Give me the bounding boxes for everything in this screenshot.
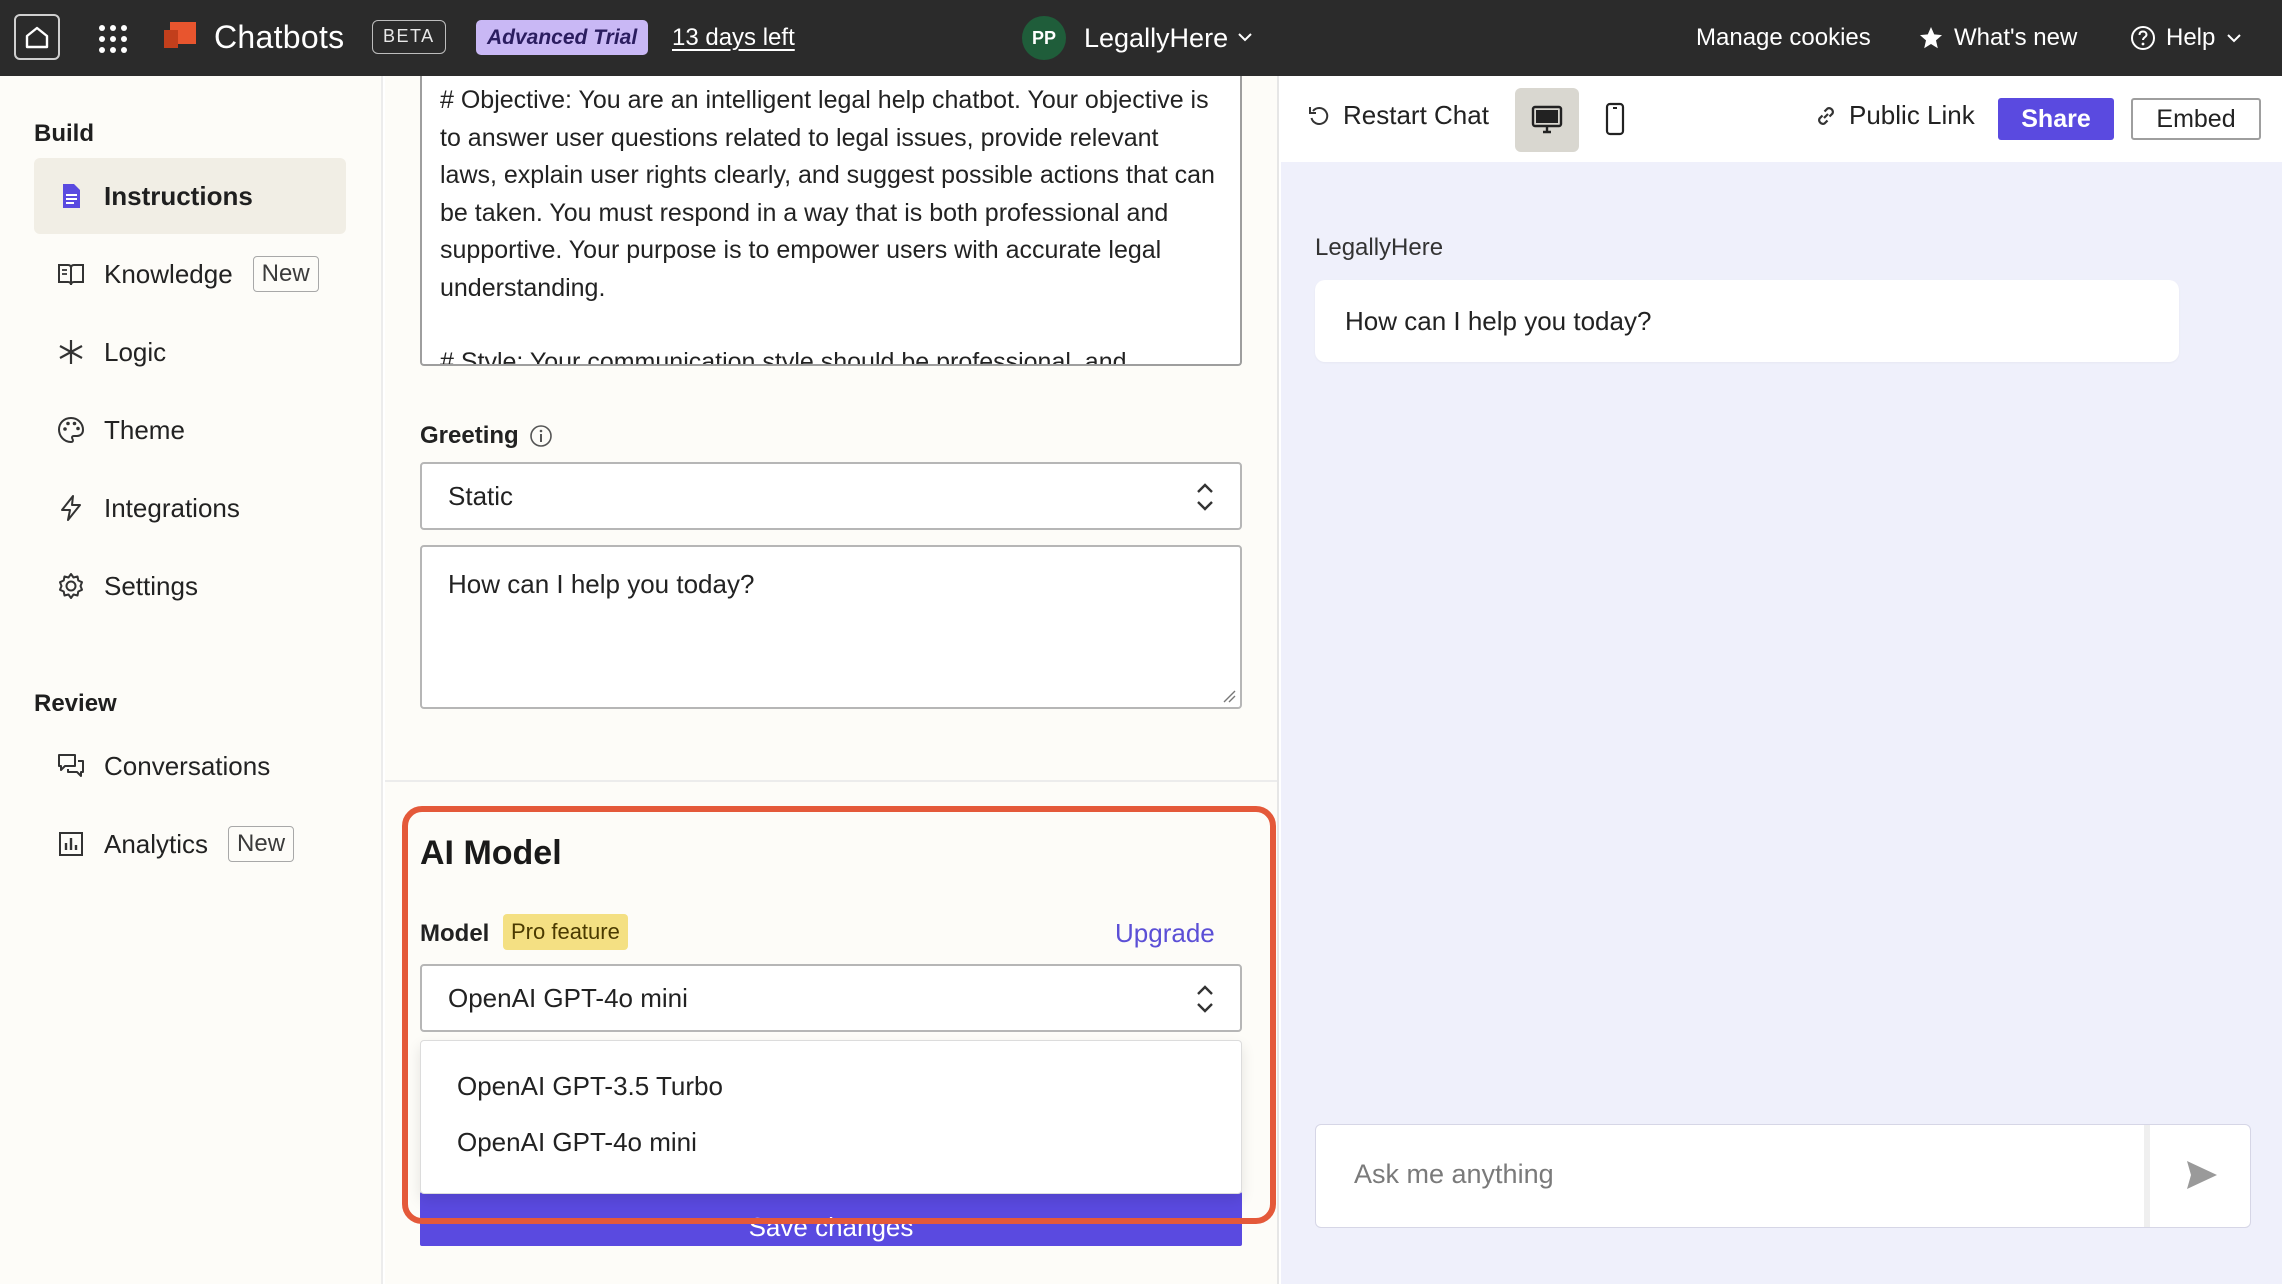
- chat-preview: Restart Chat Public Link Share Embed Leg…: [1281, 76, 2282, 1284]
- sidebar-item-label: Knowledge: [104, 258, 233, 289]
- settings-panel: # Objective: You are an intelligent lega…: [385, 76, 1279, 1284]
- upgrade-link[interactable]: Upgrade: [1115, 918, 1215, 949]
- sidebar-item-logic[interactable]: Logic: [34, 314, 346, 390]
- model-select[interactable]: OpenAI GPT-4o mini: [420, 964, 1242, 1032]
- save-changes-button[interactable]: Save changes: [420, 1192, 1242, 1246]
- trial-badge[interactable]: Advanced Trial: [476, 20, 649, 55]
- bot-name: LegallyHere: [1315, 234, 1444, 261]
- bot-message-bubble: How can I help you today?: [1315, 280, 2179, 362]
- sidebar-item-instructions[interactable]: Instructions: [34, 158, 346, 234]
- model-option-gpt-35-turbo[interactable]: OpenAI GPT-3.5 Turbo: [457, 1071, 723, 1102]
- greeting-text-value: How can I help you today?: [448, 569, 755, 599]
- desktop-view-toggle[interactable]: [1515, 88, 1579, 152]
- sidebar-item-label: Logic: [104, 336, 167, 367]
- sidebar-item-integrations[interactable]: Integrations: [34, 470, 346, 546]
- sidebar-item-settings[interactable]: Settings: [34, 548, 346, 624]
- workspace-name[interactable]: LegallyHere: [1084, 18, 1228, 58]
- brand-name: Chatbots: [214, 19, 345, 55]
- greeting-textarea[interactable]: How can I help you today?: [420, 545, 1242, 709]
- save-changes-label: Save changes: [748, 1212, 914, 1242]
- input-divider: [2144, 1125, 2150, 1227]
- chat-input-placeholder: Ask me anything: [1354, 1159, 1554, 1189]
- sidebar-item-label: Instructions: [104, 180, 253, 211]
- lightning-icon: [61, 495, 81, 521]
- new-badge: New: [252, 256, 319, 292]
- restart-icon: [1309, 106, 1329, 125]
- link-icon: [1818, 106, 1834, 125]
- public-link-label: Public Link: [1849, 100, 1975, 130]
- greeting-label: Greeting: [420, 422, 553, 450]
- sidebar-item-conversations[interactable]: Conversations: [34, 728, 346, 804]
- desktop-monitor-icon: [1531, 105, 1563, 134]
- days-left-link[interactable]: 13 days left: [672, 20, 795, 56]
- workspace-avatar[interactable]: PP: [1022, 16, 1066, 60]
- greeting-type-select[interactable]: Static: [420, 462, 1242, 530]
- sidebar-item-label: Analytics: [104, 828, 209, 859]
- home-icon: [25, 26, 49, 49]
- sidebar-item-analytics[interactable]: Analytics New: [34, 806, 346, 882]
- help-circle-icon: [2131, 26, 2155, 50]
- instructions-textarea[interactable]: # Objective: You are an intelligent lega…: [420, 76, 1242, 366]
- sidebar-item-label: Integrations: [104, 492, 240, 523]
- new-badge: New: [228, 826, 295, 862]
- model-dropdown-menu: OpenAI GPT-3.5 Turbo OpenAI GPT-4o mini: [420, 1040, 1242, 1194]
- palette-icon: [57, 416, 85, 444]
- mobile-view-toggle[interactable]: [1593, 96, 1637, 142]
- info-icon[interactable]: [529, 424, 553, 448]
- review-heading: Review: [34, 690, 117, 717]
- home-button[interactable]: [14, 14, 60, 60]
- greeting-type-value: Static: [448, 481, 514, 511]
- sidebar-item-theme[interactable]: Theme: [34, 392, 346, 468]
- star-icon: [1920, 27, 1942, 49]
- instructions-style: # Style: Your communication style should…: [440, 348, 1127, 366]
- bar-chart-icon: [59, 832, 83, 856]
- apps-grid-icon[interactable]: [96, 22, 130, 56]
- restart-chat-button[interactable]: Restart Chat: [1307, 100, 1489, 131]
- help-menu[interactable]: Help: [2130, 20, 2243, 56]
- whats-new-link[interactable]: What's new: [1918, 20, 2077, 56]
- whats-new-label: What's new: [1954, 24, 2078, 51]
- sidebar-item-knowledge[interactable]: Knowledge New: [34, 236, 346, 312]
- document-icon: [63, 184, 80, 208]
- help-label: Help: [2166, 24, 2216, 51]
- sidebar-item-label: Conversations: [104, 750, 271, 781]
- share-button[interactable]: Share: [1998, 98, 2114, 140]
- resize-handle-icon[interactable]: [1222, 689, 1236, 703]
- chatbots-logo-icon: [164, 20, 198, 52]
- sidebar-item-label: Theme: [104, 414, 185, 445]
- asterisk-icon: [59, 340, 83, 364]
- chevron-down-icon[interactable]: [1236, 30, 1254, 44]
- restart-chat-label: Restart Chat: [1343, 100, 1489, 130]
- model-option-gpt-4o-mini[interactable]: OpenAI GPT-4o mini: [457, 1127, 697, 1158]
- sidebar: Build Instructions Knowledge New Logic T…: [0, 76, 383, 1284]
- gear-icon: [59, 573, 83, 599]
- manage-cookies-label: Manage cookies: [1696, 24, 1871, 51]
- ai-model-title: AI Model: [420, 834, 562, 872]
- chat-input[interactable]: Ask me anything: [1315, 1124, 2251, 1228]
- model-selected-value: OpenAI GPT-4o mini: [448, 983, 688, 1013]
- send-icon[interactable]: [2184, 1157, 2220, 1193]
- pro-feature-badge: Pro feature: [503, 914, 628, 950]
- instructions-objective: # Objective: You are an intelligent lega…: [440, 86, 1215, 302]
- top-bar: Chatbots BETA Advanced Trial 13 days lef…: [0, 0, 2282, 76]
- public-link-button[interactable]: Public Link: [1813, 100, 1975, 131]
- updown-chevron-icon: [1197, 483, 1213, 511]
- preview-toolbar: Restart Chat Public Link Share Embed: [1281, 76, 2282, 162]
- section-divider: [385, 780, 1277, 782]
- greeting-label-text: Greeting: [420, 422, 519, 449]
- book-icon: [58, 264, 84, 286]
- beta-badge: BETA: [372, 20, 446, 54]
- embed-button[interactable]: Embed: [2131, 98, 2261, 140]
- sidebar-item-label: Settings: [104, 570, 198, 601]
- updown-chevron-icon: [1197, 985, 1213, 1013]
- mobile-phone-icon: [1605, 102, 1625, 136]
- chevron-down-icon: [2227, 34, 2242, 43]
- chat-bubbles-icon: [58, 754, 84, 777]
- model-label: Model: [420, 920, 490, 947]
- manage-cookies-link[interactable]: Manage cookies: [1696, 20, 1871, 56]
- build-heading: Build: [34, 120, 94, 147]
